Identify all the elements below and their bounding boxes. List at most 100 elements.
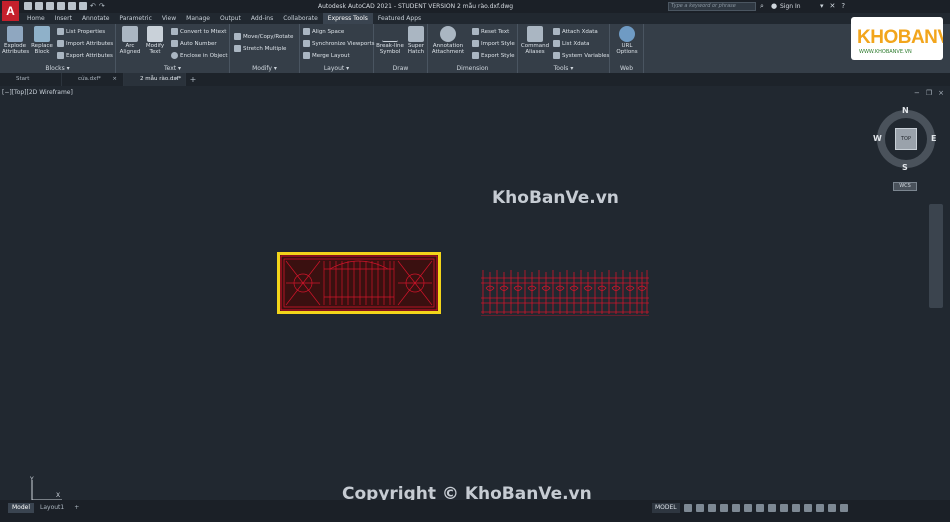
snap-icon[interactable] <box>695 504 704 512</box>
file-tab-start[interactable]: Start <box>0 73 62 86</box>
search-icon[interactable]: ⌕ <box>760 2 764 11</box>
enclose-in-object-button[interactable]: Enclose in Object <box>171 52 228 59</box>
url-options-button[interactable]: URL Options <box>612 26 642 55</box>
import-style-button[interactable]: Import Style <box>472 40 515 47</box>
import-attributes-button[interactable]: Import Attributes <box>57 40 113 47</box>
tab-featured-apps[interactable]: Featured Apps <box>373 13 426 24</box>
wcs-menu-button[interactable]: WCS <box>893 182 917 191</box>
isolate-icon[interactable] <box>803 504 812 512</box>
compass-west[interactable]: W <box>873 134 882 143</box>
tools-group-label[interactable]: Tools ▾ <box>518 65 609 72</box>
tab-express-tools[interactable]: Express Tools <box>322 13 373 24</box>
explode-attributes-button[interactable]: Explode Attributes <box>2 26 29 55</box>
blocks-group-label[interactable]: Blocks ▾ <box>0 65 115 72</box>
new-tab-button[interactable]: + <box>186 73 200 86</box>
tab-view[interactable]: View <box>157 13 181 24</box>
new-file-icon[interactable] <box>24 2 32 10</box>
compass-south[interactable]: S <box>902 163 908 172</box>
viewcube[interactable]: TOP N S E W <box>873 106 939 172</box>
app-menu-button[interactable]: A <box>2 1 19 21</box>
list-xdata-button[interactable]: List Xdata <box>553 40 590 47</box>
isodraft-icon[interactable] <box>743 504 752 512</box>
export-style-button[interactable]: Export Style <box>472 52 515 59</box>
osnap-icon[interactable] <box>731 504 740 512</box>
stretch-multiple-button[interactable]: Stretch Multiple <box>234 45 286 52</box>
system-variables-button[interactable]: System Variables <box>553 52 609 59</box>
ortho-icon[interactable] <box>707 504 716 512</box>
compass-east[interactable]: E <box>931 134 936 143</box>
arc-aligned-button[interactable]: Arc Aligned <box>118 26 142 55</box>
polar-icon[interactable] <box>719 504 728 512</box>
break-line-symbol-button[interactable]: Break-line Symbol <box>376 26 404 55</box>
modify-group-label[interactable]: Modify ▾ <box>230 65 299 72</box>
close-tab-icon[interactable]: × <box>112 73 117 86</box>
tab-layout1[interactable]: Layout1 <box>36 503 68 513</box>
exchange-icon[interactable]: ✕ <box>830 2 836 10</box>
minimize-viewport-icon[interactable]: − <box>914 89 920 97</box>
search-input[interactable]: Type a keyword or phrase <box>668 2 756 11</box>
undo-icon[interactable]: ↶ <box>90 2 96 10</box>
file-tab-2-mau-rao[interactable]: 2 mẫu rào.dxf* × <box>124 73 186 86</box>
hardware-acceleration-icon[interactable] <box>815 504 824 512</box>
navigation-bar[interactable] <box>929 204 943 308</box>
restore-viewport-icon[interactable]: ❐ <box>926 89 932 97</box>
viewport-controls[interactable]: [−][Top][2D Wireframe] <box>2 89 73 96</box>
list-properties-button[interactable]: List Properties <box>57 28 105 35</box>
close-tab-icon[interactable]: × <box>174 73 179 86</box>
annotation-icon <box>440 26 456 42</box>
add-layout-button[interactable]: + <box>70 503 83 513</box>
export-attributes-button[interactable]: Export Attributes <box>57 52 113 59</box>
tab-manage[interactable]: Manage <box>181 13 215 24</box>
annotation-scale-icon[interactable] <box>767 504 776 512</box>
file-tab-cua[interactable]: cửa.dxf* × <box>62 73 124 86</box>
command-aliases-button[interactable]: Command Aliases <box>520 26 550 55</box>
modify-group: Move/Copy/Rotate Stretch Multiple Modify… <box>230 24 300 73</box>
lineweight-icon[interactable] <box>755 504 764 512</box>
redo-icon[interactable]: ↷ <box>99 2 105 10</box>
replace-block-button[interactable]: Replace Block <box>30 26 54 55</box>
selected-fence-drawing[interactable] <box>277 252 441 314</box>
save-as-icon[interactable] <box>57 2 65 10</box>
auto-number-button[interactable]: Auto Number <box>171 40 217 47</box>
tab-annotate[interactable]: Annotate <box>77 13 114 24</box>
modify-text-button[interactable]: Modify Text <box>144 26 166 55</box>
reset-text-button[interactable]: Reset Text <box>472 28 509 35</box>
user-icon[interactable]: ● <box>771 2 777 10</box>
drawing-canvas[interactable]: [−][Top][2D Wireframe] − ❐ × TOP N S E W… <box>0 86 950 504</box>
sign-in-link[interactable]: Sign In <box>780 3 801 10</box>
tab-collaborate[interactable]: Collaborate <box>278 13 323 24</box>
grid-icon[interactable] <box>683 504 692 512</box>
tab-insert[interactable]: Insert <box>50 13 77 24</box>
tab-home[interactable]: Home <box>22 13 50 24</box>
draw-group: Break-line Symbol Super Hatch Draw <box>374 24 428 73</box>
super-hatch-button[interactable]: Super Hatch <box>405 26 427 55</box>
tab-output[interactable]: Output <box>215 13 246 24</box>
attach-xdata-button[interactable]: Attach Xdata <box>553 28 598 35</box>
viewcube-top-face[interactable]: TOP <box>895 128 917 150</box>
compass-north[interactable]: N <box>902 106 909 115</box>
convert-to-mtext-button[interactable]: Convert to Mtext <box>171 28 226 35</box>
add-icon[interactable] <box>791 504 800 512</box>
workspace-gear-icon[interactable] <box>779 504 788 512</box>
text-group-label[interactable]: Text ▾ <box>116 65 229 72</box>
print-icon[interactable] <box>79 2 87 10</box>
align-space-button[interactable]: Align Space <box>303 28 344 35</box>
fullscreen-icon[interactable] <box>827 504 836 512</box>
save-icon[interactable] <box>46 2 54 10</box>
help-icon[interactable]: ? <box>841 2 845 10</box>
cloud-icon[interactable] <box>68 2 76 10</box>
move-copy-rotate-button[interactable]: Move/Copy/Rotate <box>234 33 293 40</box>
merge-layout-button[interactable]: Merge Layout <box>303 52 350 59</box>
model-space-button[interactable]: MODEL <box>652 503 680 513</box>
layout-group-label[interactable]: Layout ▾ <box>300 65 373 72</box>
tab-model[interactable]: Model <box>8 503 35 513</box>
tab-add-ins[interactable]: Add-ins <box>246 13 278 24</box>
tab-parametric[interactable]: Parametric <box>114 13 157 24</box>
synchronize-viewports-button[interactable]: Synchronize Viewports <box>303 40 374 47</box>
fence-drawing[interactable] <box>481 264 649 317</box>
open-file-icon[interactable] <box>35 2 43 10</box>
customize-menu-icon[interactable] <box>839 504 848 512</box>
close-viewport-icon[interactable]: × <box>938 89 944 97</box>
annotation-attachment-button[interactable]: Annotation Attachment <box>430 26 466 55</box>
cart-icon[interactable]: ▾ <box>820 2 824 10</box>
